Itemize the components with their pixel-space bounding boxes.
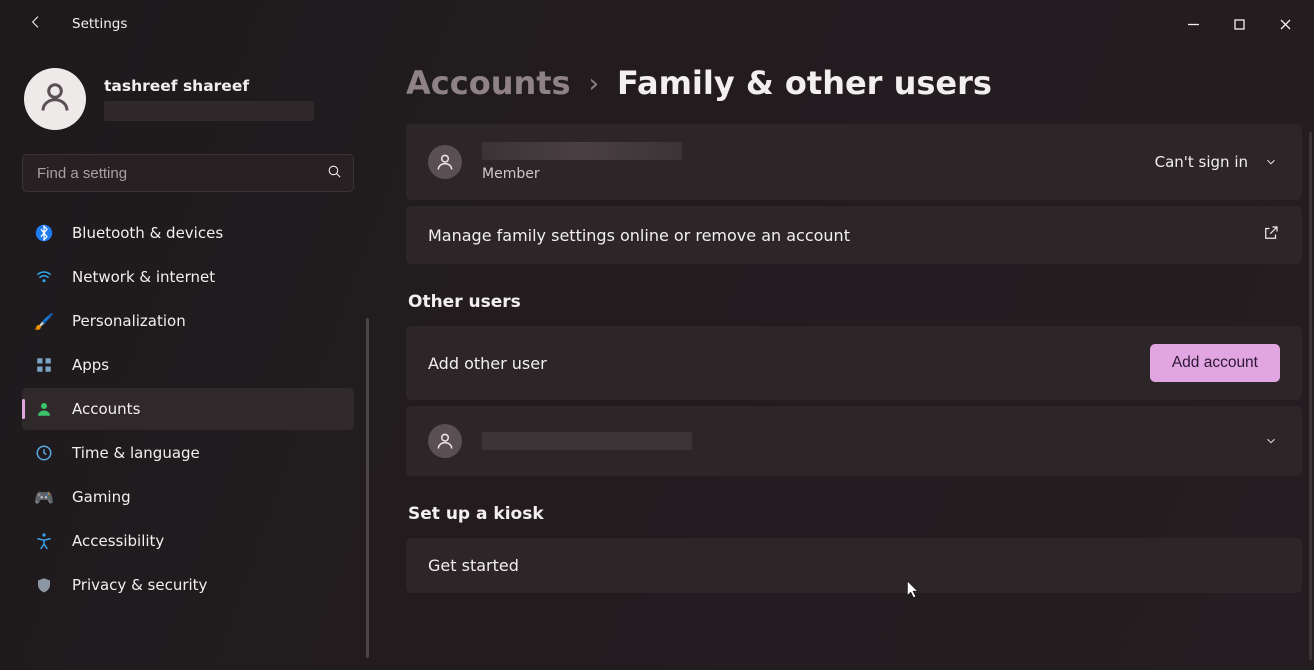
brush-icon: 🖌️ bbox=[34, 311, 54, 331]
sidebar-item-time-language[interactable]: Time & language bbox=[22, 432, 354, 474]
chevron-right-icon: › bbox=[589, 69, 599, 99]
close-button[interactable] bbox=[1262, 8, 1308, 40]
add-account-button[interactable]: Add account bbox=[1150, 344, 1280, 382]
avatar bbox=[428, 145, 462, 179]
sidebar-item-network-internet[interactable]: Network & internet bbox=[22, 256, 354, 298]
kiosk-get-started-card[interactable]: Get started bbox=[406, 538, 1302, 593]
sidebar-item-accounts[interactable]: Accounts bbox=[22, 388, 354, 430]
open-external-icon bbox=[1262, 224, 1280, 246]
sidebar-item-label: Accounts bbox=[72, 400, 140, 418]
family-member-card[interactable]: Member Can't sign in bbox=[406, 124, 1302, 200]
manage-family-link[interactable]: Manage family settings online or remove … bbox=[406, 206, 1302, 264]
accessibility-icon bbox=[34, 531, 54, 551]
sidebar-scrollbar[interactable] bbox=[366, 318, 369, 658]
content-scrollbar[interactable] bbox=[1309, 132, 1312, 660]
profile-email-redacted bbox=[104, 101, 314, 121]
chevron-down-icon bbox=[1262, 432, 1280, 450]
sidebar-item-label: Apps bbox=[72, 356, 109, 374]
breadcrumb: Accounts › Family & other users bbox=[406, 64, 1302, 102]
sidebar-item-label: Network & internet bbox=[72, 268, 215, 286]
sidebar-item-label: Gaming bbox=[72, 488, 131, 506]
sidebar: tashreef shareef Bluetooth & devices bbox=[0, 48, 370, 670]
section-kiosk: Set up a kiosk bbox=[408, 504, 1302, 524]
shield-icon bbox=[34, 575, 54, 595]
other-user-name-redacted bbox=[482, 432, 692, 450]
add-other-user-label: Add other user bbox=[428, 354, 547, 373]
kiosk-get-started-label: Get started bbox=[428, 556, 519, 575]
sidebar-item-label: Privacy & security bbox=[72, 576, 207, 594]
close-icon bbox=[1280, 15, 1291, 34]
sidebar-item-gaming[interactable]: 🎮 Gaming bbox=[22, 476, 354, 518]
chevron-down-icon bbox=[1262, 153, 1280, 171]
sidebar-item-apps[interactable]: Apps bbox=[22, 344, 354, 386]
back-button[interactable] bbox=[22, 10, 50, 38]
add-other-user-card: Add other user Add account bbox=[406, 326, 1302, 400]
avatar bbox=[428, 424, 462, 458]
breadcrumb-parent[interactable]: Accounts bbox=[406, 64, 571, 102]
minimize-button[interactable] bbox=[1170, 8, 1216, 40]
nav: Bluetooth & devices Network & internet 🖌… bbox=[22, 212, 354, 606]
title-bar: Settings bbox=[0, 0, 1314, 48]
other-user-card[interactable] bbox=[406, 406, 1302, 476]
wifi-icon bbox=[34, 267, 54, 287]
manage-family-label: Manage family settings online or remove … bbox=[428, 226, 850, 245]
profile-block[interactable]: tashreef shareef bbox=[22, 68, 354, 130]
window-controls bbox=[1170, 8, 1308, 40]
gamepad-icon: 🎮 bbox=[34, 487, 54, 507]
arrow-left-icon bbox=[28, 14, 44, 34]
app-title: Settings bbox=[72, 16, 127, 32]
family-member-name-redacted bbox=[482, 142, 682, 160]
sidebar-item-bluetooth-devices[interactable]: Bluetooth & devices bbox=[22, 212, 354, 254]
sidebar-item-label: Bluetooth & devices bbox=[72, 224, 223, 242]
sidebar-item-personalization[interactable]: 🖌️ Personalization bbox=[22, 300, 354, 342]
maximize-icon bbox=[1234, 15, 1245, 34]
profile-name: tashreef shareef bbox=[104, 77, 314, 95]
time-lang-icon bbox=[34, 443, 54, 463]
person-icon bbox=[37, 79, 73, 119]
sidebar-item-label: Personalization bbox=[72, 312, 186, 330]
sidebar-item-label: Accessibility bbox=[72, 532, 164, 550]
search-icon bbox=[326, 163, 343, 184]
section-other-users: Other users bbox=[408, 292, 1302, 312]
avatar bbox=[24, 68, 86, 130]
main-content: Accounts › Family & other users Member C… bbox=[370, 48, 1314, 670]
family-member-status: Can't sign in bbox=[1155, 153, 1248, 171]
apps-icon bbox=[34, 355, 54, 375]
sidebar-item-privacy-security[interactable]: Privacy & security bbox=[22, 564, 354, 606]
family-member-role: Member bbox=[482, 166, 682, 182]
maximize-button[interactable] bbox=[1216, 8, 1262, 40]
search-box[interactable] bbox=[22, 154, 354, 192]
bluetooth-icon bbox=[34, 223, 54, 243]
page-title: Family & other users bbox=[617, 64, 992, 102]
minimize-icon bbox=[1188, 15, 1199, 34]
sidebar-item-accessibility[interactable]: Accessibility bbox=[22, 520, 354, 562]
person-icon bbox=[34, 399, 54, 419]
sidebar-item-label: Time & language bbox=[72, 444, 200, 462]
search-input[interactable] bbox=[35, 164, 326, 183]
